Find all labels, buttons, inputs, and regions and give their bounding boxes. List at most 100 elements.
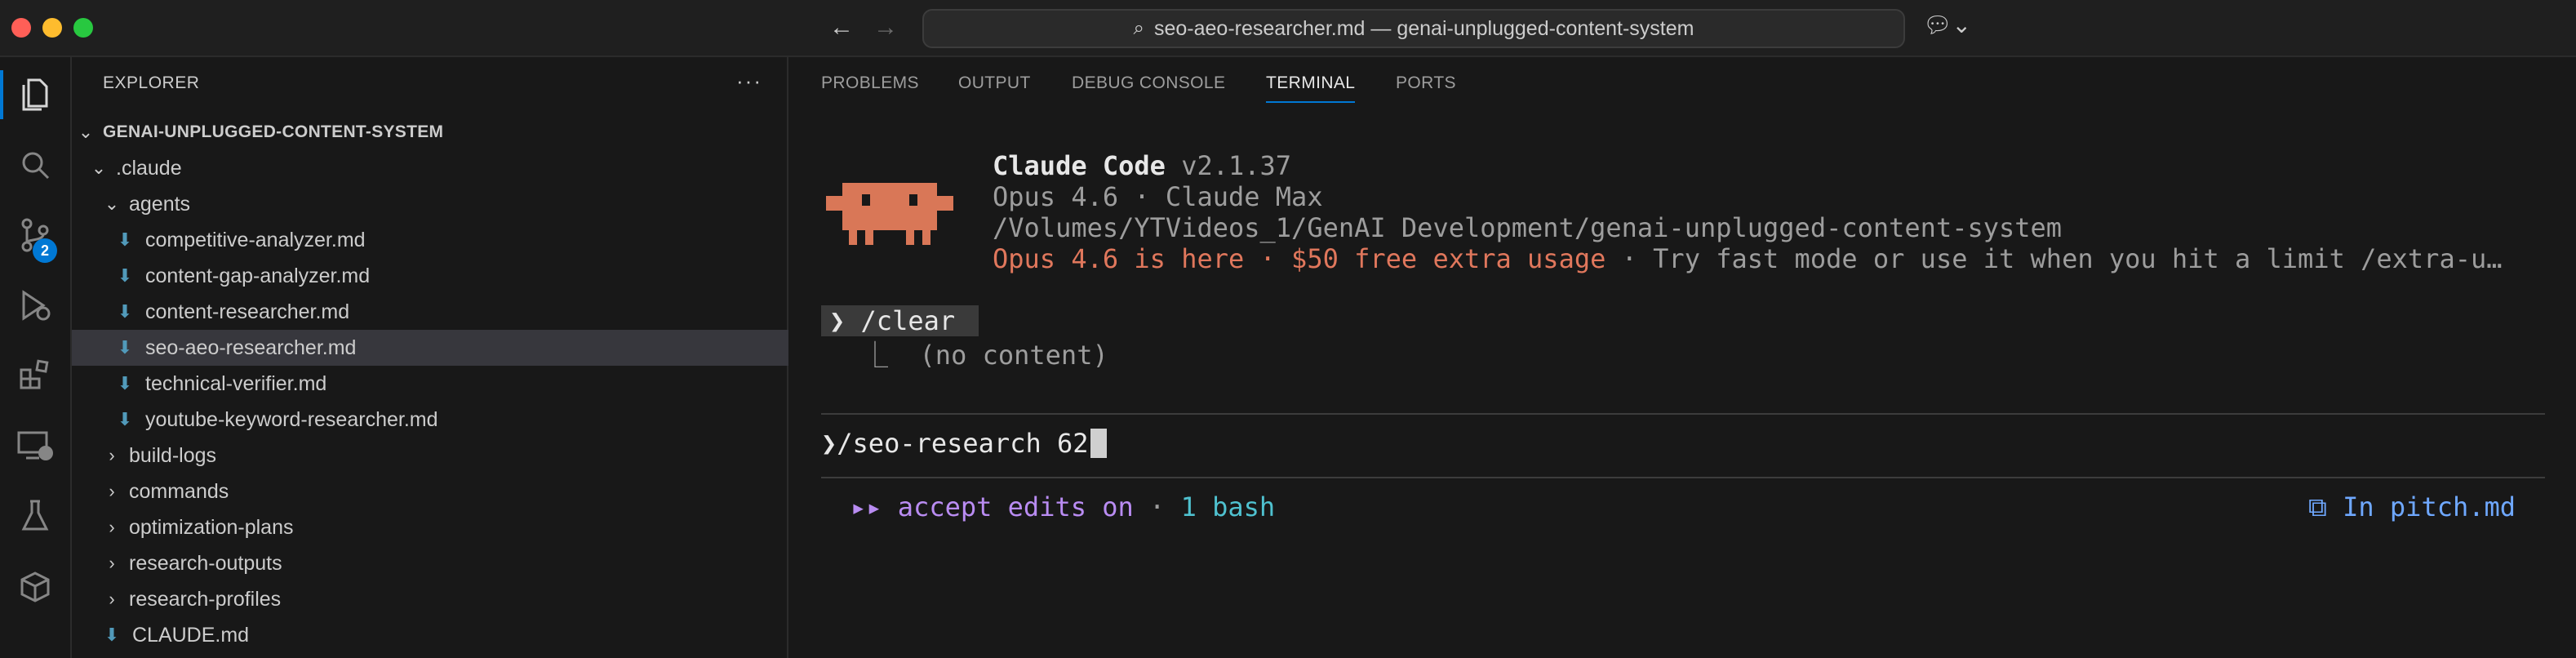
text-cursor <box>1090 429 1107 458</box>
chevron-down-icon: ⌄ <box>91 158 107 178</box>
working-directory: /Volumes/YTVideos_1/GenAI Development/ge… <box>993 212 2063 243</box>
chevron-down-icon: ⌄ <box>104 193 120 214</box>
tree-file-label: content-gap-analyzer.md <box>145 264 371 287</box>
tree-folder-label: .claude <box>116 156 182 180</box>
run-debug-icon[interactable] <box>0 273 70 338</box>
prompt-chevron-icon: ❯ <box>829 305 846 336</box>
explorer-header: EXPLORER <box>103 73 200 92</box>
chevron-right-icon: › <box>109 589 115 609</box>
command-center-search[interactable]: ⌕ seo-aeo-researcher.md — genai-unplugge… <box>922 9 1905 48</box>
tree-file[interactable]: ⬇ content-researcher.md <box>72 294 831 330</box>
tab-terminal[interactable]: TERMINAL <box>1266 73 1356 103</box>
source-control-icon[interactable]: 2 <box>0 202 70 268</box>
bash-count-status[interactable]: 1 bash <box>1181 491 1276 522</box>
status-separator: · <box>1133 491 1181 522</box>
tree-folder-label: agents <box>129 192 191 216</box>
tab-output[interactable]: OUTPUT <box>958 73 1031 101</box>
chevron-right-icon: › <box>109 445 115 465</box>
tree-root-folder[interactable]: ⌄ GENAI-UNPLUGGED-CONTENT-SYSTEM <box>72 114 792 150</box>
remote-explorer-icon[interactable] <box>0 413 70 478</box>
tree-folder-claude[interactable]: ⌄ .claude <box>72 150 805 186</box>
markdown-icon: ⬇ <box>117 409 133 429</box>
tree-folder[interactable]: › research-outputs <box>72 545 818 581</box>
notice-line: Opus 4.6 is here · $50 free extra usage … <box>993 243 2503 274</box>
activity-bar: 2 <box>0 57 72 658</box>
tree-folder-agents[interactable]: ⌄ agents <box>72 186 818 222</box>
accept-edits-status[interactable]: accept edits on <box>898 491 1134 522</box>
prompt-input[interactable]: ❯ /seo-research 62 <box>821 428 1107 459</box>
close-window-button[interactable] <box>11 18 31 38</box>
extensions-icon[interactable] <box>0 343 70 408</box>
tree-file-selected[interactable]: ⬇ seo-aeo-researcher.md <box>72 330 831 366</box>
tree-file[interactable]: ⬇ content-gap-analyzer.md <box>72 258 831 294</box>
tab-problems[interactable]: PROBLEMS <box>821 73 919 101</box>
markdown-icon: ⬇ <box>117 301 133 322</box>
prompt-input-text[interactable]: /seo-research 62 <box>837 428 1088 459</box>
previous-command-output: ⎿ (no content) <box>862 340 1108 371</box>
tree-file[interactable]: ⬇ technical-verifier.md <box>72 366 831 402</box>
tree-file[interactable]: ⬇ competitive-analyzer.md <box>72 222 831 258</box>
container-icon[interactable] <box>0 554 70 619</box>
markdown-icon: ⬇ <box>104 625 120 645</box>
notice-highlight: Opus 4.6 is here · $50 free extra usage <box>993 243 1606 274</box>
back-arrow-icon[interactable]: ← <box>829 11 854 44</box>
search-icon[interactable] <box>0 132 70 198</box>
previous-command-block: ❯ /clear <box>821 305 979 336</box>
tab-ports[interactable]: PORTS <box>1396 73 1456 101</box>
chevron-down-icon: ⌄ <box>78 122 94 142</box>
tree-file[interactable]: ⬇ CLAUDE.md <box>72 617 818 653</box>
tree-folder-label: research-profiles <box>129 587 282 611</box>
tab-debug-console[interactable]: DEBUG CONSOLE <box>1072 73 1225 101</box>
tree-file-label: CLAUDE.md <box>132 623 250 647</box>
markdown-icon: ⬇ <box>117 373 133 393</box>
chevron-right-icon: › <box>109 553 115 573</box>
claude-mascot-icon <box>826 183 953 245</box>
app-version: v2.1.37 <box>1181 150 1292 181</box>
tree-folder[interactable]: › research-profiles <box>72 581 818 617</box>
tree-file-label: competitive-analyzer.md <box>145 228 366 251</box>
title-bar: ← → ⌕ seo-aeo-researcher.md — genai-unpl… <box>0 0 2576 57</box>
tree-folder-label: optimization-plans <box>129 515 294 539</box>
chevron-right-icon: › <box>109 481 115 501</box>
markdown-icon: ⬇ <box>117 229 133 250</box>
tree-file-label: content-researcher.md <box>145 300 350 323</box>
minimize-window-button[interactable] <box>42 18 62 38</box>
chat-icon[interactable]: 💬︎⌄ <box>1923 11 1971 38</box>
source-control-badge: 2 <box>33 238 57 263</box>
command-center-label: seo-aeo-researcher.md — genai-unplugged-… <box>1153 16 1694 40</box>
tree-folder[interactable]: › build-logs <box>72 438 818 473</box>
input-bottom-divider <box>821 477 2545 478</box>
markdown-icon: ⬇ <box>117 265 133 286</box>
maximize-window-button[interactable] <box>73 18 93 38</box>
tree-folder[interactable]: › commands <box>72 473 818 509</box>
chevron-right-icon: › <box>109 517 115 537</box>
tree-file-label: youtube-keyword-researcher.md <box>145 407 438 431</box>
tree-folder-label: research-outputs <box>129 551 282 575</box>
prompt-chevron-icon: ❯ <box>821 428 837 459</box>
tree-folder[interactable]: › optimization-plans <box>72 509 818 545</box>
tree-file-label: seo-aeo-researcher.md <box>145 336 357 359</box>
tree-folder-label: commands <box>129 479 229 503</box>
app-name: Claude Code <box>993 150 1166 181</box>
claude-code-title: Claude Code v2.1.37 <box>993 150 1291 181</box>
search-icon: ⌕ <box>1133 17 1144 39</box>
markdown-icon: ⬇ <box>117 337 133 358</box>
previous-command-text: /clear <box>860 305 956 336</box>
notice-rest: · Try fast mode or use it when you hit a… <box>1606 243 2503 274</box>
forward-arrow-icon[interactable]: → <box>873 11 898 44</box>
input-top-divider <box>821 413 2545 415</box>
model-line: Opus 4.6 · Claude Max <box>993 181 1323 212</box>
explorer-sidebar: EXPLORER ··· ⌄ GENAI-UNPLUGGED-CONTENT-S… <box>72 57 831 658</box>
tree-root-label: GENAI-UNPLUGGED-CONTENT-SYSTEM <box>103 122 444 141</box>
more-actions-icon[interactable]: ··· <box>736 69 762 94</box>
panel-tabs: PROBLEMS OUTPUT DEBUG CONSOLE TERMINAL P… <box>788 57 2576 114</box>
tree-file-label: technical-verifier.md <box>145 371 327 395</box>
status-line: ▸▸ accept edits on · 1 bash <box>851 491 1275 522</box>
fast-forward-icon: ▸▸ <box>851 491 882 522</box>
tree-file[interactable]: ⬇ youtube-keyword-researcher.md <box>72 402 831 438</box>
previous-command: ❯ /clear <box>821 304 979 338</box>
tree-folder-label: build-logs <box>129 443 217 467</box>
testing-flask-icon[interactable] <box>0 483 70 549</box>
explorer-files-icon[interactable] <box>0 62 70 127</box>
current-file-indicator[interactable]: ⧉ In pitch.md <box>2308 491 2516 523</box>
